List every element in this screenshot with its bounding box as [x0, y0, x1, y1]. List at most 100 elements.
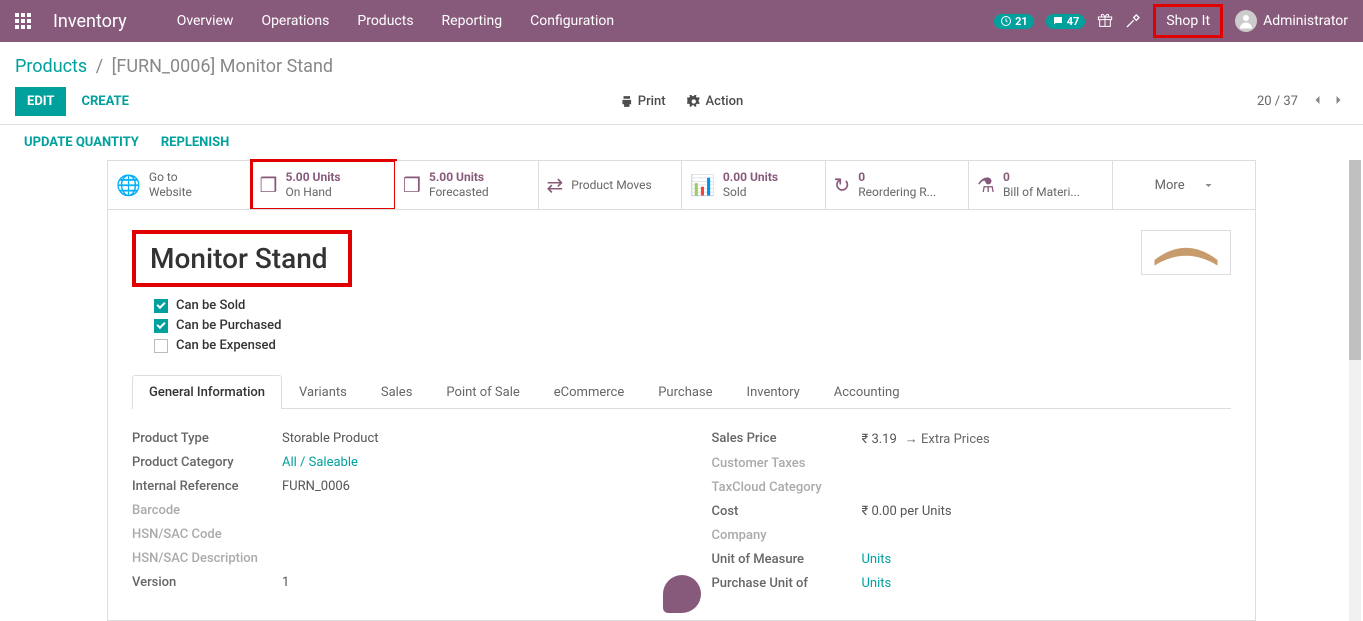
product-title-box: Monitor Stand — [132, 230, 352, 287]
refresh-icon: ↻ — [834, 173, 851, 197]
product-type-label: Product Type — [132, 431, 282, 446]
customer-taxes-label: Customer Taxes — [712, 456, 862, 471]
activity-count: 21 — [1015, 15, 1028, 28]
more-label: More — [1155, 178, 1185, 193]
pager-prev[interactable] — [1308, 90, 1328, 114]
version-value: 1 — [282, 575, 289, 590]
cost-label: Cost — [712, 504, 862, 519]
edit-button[interactable]: EDIT — [15, 87, 66, 116]
caret-down-icon — [1204, 181, 1213, 190]
user-menu[interactable]: Administrator — [1235, 10, 1348, 32]
sheet-wrap: 🌐 Go toWebsite ❒ 5.00 UnitsOn Hand ❒ 5.0… — [0, 160, 1363, 621]
internal-ref-label: Internal Reference — [132, 479, 282, 494]
shop-it-button[interactable]: Shop It — [1153, 4, 1223, 38]
stat-moves[interactable]: ⇄ Product Moves — [539, 161, 683, 209]
user-name: Administrator — [1263, 13, 1348, 29]
taxcloud-label: TaxCloud Category — [712, 480, 862, 495]
tab-purchase[interactable]: Purchase — [641, 375, 729, 409]
product-flags: Can be Sold Can be Purchased Can be Expe… — [154, 298, 1231, 353]
pager: 20 / 37 — [1257, 90, 1348, 114]
product-name: Monitor Stand — [150, 242, 328, 275]
app-brand[interactable]: Inventory — [53, 11, 127, 32]
tab-inventory[interactable]: Inventory — [730, 375, 817, 409]
version-label: Version — [132, 575, 282, 590]
tab-pos[interactable]: Point of Sale — [429, 375, 536, 409]
nav-overview[interactable]: Overview — [163, 1, 248, 41]
breadcrumb: Products / [FURN_0006] Monitor Stand — [15, 50, 1348, 87]
pager-position: 20 / 37 — [1257, 94, 1298, 109]
tab-general[interactable]: General Information — [132, 375, 282, 409]
puom-value[interactable]: Units — [862, 576, 892, 591]
action-row: EDIT CREATE Print Action 20 / 37 — [15, 87, 1348, 124]
wrench-icon[interactable] — [1125, 13, 1141, 29]
can-be-purchased-checkbox[interactable] — [154, 319, 168, 333]
col-left: Product TypeStorable Product Product Cat… — [132, 431, 652, 600]
action-button[interactable]: Action — [688, 94, 744, 109]
cost-value: ₹ 0.00 per Units — [862, 504, 952, 519]
control-panel: Products / [FURN_0006] Monitor Stand EDI… — [0, 42, 1363, 125]
company-label: Company — [712, 528, 862, 543]
stat-more[interactable]: More — [1113, 161, 1256, 209]
category-label: Product Category — [132, 455, 282, 470]
nav-operations[interactable]: Operations — [247, 1, 343, 41]
stat-reorder[interactable]: ↻ 0Reordering R... — [826, 161, 970, 209]
print-label: Print — [638, 94, 666, 109]
sales-price-label: Sales Price — [712, 431, 862, 447]
print-button[interactable]: Print — [620, 94, 666, 109]
stat-sold[interactable]: 📊 0.00 UnitsSold — [682, 161, 826, 209]
nav-configuration[interactable]: Configuration — [516, 1, 628, 41]
flask-icon: ⚗ — [977, 173, 995, 197]
can-be-sold-label: Can be Sold — [176, 298, 245, 313]
stat-website[interactable]: 🌐 Go toWebsite — [108, 161, 252, 209]
nav-menu: Overview Operations Products Reporting C… — [163, 1, 628, 41]
tabs: General Information Variants Sales Point… — [132, 375, 1231, 409]
nav-right: 21 47 Shop It Administrator — [994, 4, 1348, 38]
create-button[interactable]: CREATE — [81, 94, 128, 109]
action-label: Action — [706, 94, 744, 109]
cubes-icon: ❒ — [260, 173, 278, 197]
chart-icon: 📊 — [690, 173, 715, 197]
pager-next[interactable] — [1328, 90, 1348, 114]
can-be-sold-checkbox[interactable] — [154, 299, 168, 313]
stat-bom[interactable]: ⚗ 0Bill of Materi... — [969, 161, 1113, 209]
category-value[interactable]: All / Saleable — [282, 455, 358, 470]
breadcrumb-sep: / — [96, 56, 103, 77]
extra-prices-button[interactable]: → Extra Prices — [905, 432, 990, 447]
tab-accounting[interactable]: Accounting — [817, 375, 917, 409]
can-be-expensed-label: Can be Expensed — [176, 338, 276, 353]
can-be-purchased-label: Can be Purchased — [176, 318, 281, 333]
chat-bubble-icon[interactable] — [663, 575, 701, 613]
cubes-icon: ❒ — [403, 173, 421, 197]
form-actions: UPDATE QUANTITY REPLENISH — [0, 125, 1363, 160]
uom-label: Unit of Measure — [712, 552, 862, 567]
can-be-expensed-checkbox[interactable] — [154, 339, 168, 353]
update-quantity-button[interactable]: UPDATE QUANTITY — [24, 135, 139, 150]
activity-badge[interactable]: 21 — [994, 14, 1034, 29]
nav-products[interactable]: Products — [343, 1, 427, 41]
tab-sales[interactable]: Sales — [364, 375, 430, 409]
form-sheet: Monitor Stand Can be Sold Can be Purchas… — [107, 209, 1256, 621]
product-image[interactable] — [1141, 230, 1231, 275]
stat-onhand[interactable]: ❒ 5.00 UnitsOn Hand — [252, 161, 396, 209]
barcode-label: Barcode — [132, 503, 282, 518]
scrollbar-thumb[interactable] — [1349, 160, 1361, 360]
internal-ref-value: FURN_0006 — [282, 479, 350, 494]
puom-label: Purchase Unit of — [712, 576, 862, 591]
messages-badge[interactable]: 47 — [1046, 14, 1086, 29]
navbar: Inventory Overview Operations Products R… — [0, 0, 1363, 42]
uom-value[interactable]: Units — [862, 552, 892, 567]
replenish-button[interactable]: REPLENISH — [161, 135, 230, 150]
col-right: Sales Price₹ 3.19→ Extra Prices Customer… — [712, 431, 1232, 600]
stat-forecast[interactable]: ❒ 5.00 UnitsForecasted — [395, 161, 539, 209]
messages-count: 47 — [1067, 15, 1080, 28]
gift-icon[interactable] — [1097, 13, 1113, 29]
tab-ecommerce[interactable]: eCommerce — [537, 375, 641, 409]
exchange-icon: ⇄ — [547, 173, 564, 197]
scrollbar[interactable] — [1349, 160, 1361, 621]
apps-icon[interactable] — [15, 13, 31, 29]
hsn-code-label: HSN/SAC Code — [132, 527, 282, 542]
breadcrumb-root[interactable]: Products — [15, 56, 87, 77]
breadcrumb-current: [FURN_0006] Monitor Stand — [112, 56, 333, 77]
nav-reporting[interactable]: Reporting — [428, 1, 517, 41]
tab-variants[interactable]: Variants — [282, 375, 364, 409]
